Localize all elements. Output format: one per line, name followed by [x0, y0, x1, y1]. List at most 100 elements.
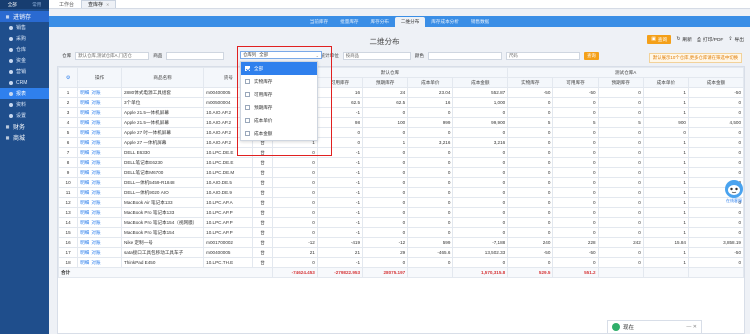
table-row[interactable]: 10 明细 对账 DELL一体机5459-R1848 10.AIO.DE.5 台 0 -1 0 0…: [58, 177, 744, 188]
detail-link[interactable]: 明细: [80, 220, 89, 225]
subnav-tab-2[interactable]: 库存分布: [365, 16, 395, 27]
sidebar-item-6[interactable]: CRM: [0, 77, 49, 88]
stats-option-5[interactable]: 成本金额: [241, 127, 317, 140]
table-row[interactable]: 12 明细 对账 MacBook Air 笔记本133 10.LPC.AP.A 台 0 -1 0…: [58, 197, 744, 208]
reconcile-link[interactable]: 对账: [91, 260, 100, 265]
detail-link[interactable]: 明细: [80, 140, 89, 145]
detail-link[interactable]: 明细: [80, 250, 89, 255]
sidebar-item-1[interactable]: 销售: [0, 22, 49, 33]
reconcile-link[interactable]: 对账: [91, 100, 100, 105]
reconcile-link[interactable]: 对账: [91, 160, 100, 165]
chat-minimize-icon[interactable]: — ✕: [686, 324, 697, 330]
customer-service-mascot[interactable]: 在线客服: [722, 178, 746, 204]
settings-header[interactable]: ⚙: [58, 67, 79, 88]
stats-option-0[interactable]: 全部: [241, 62, 317, 75]
export-button[interactable]: ⇪ 导出: [728, 36, 744, 43]
table-row[interactable]: 18 明细 对账 ThinkPad E450 10.LPC.TH.E 台 0 -1 0 0 0 0 0 0…: [58, 257, 744, 268]
sidebar-item-8[interactable]: 资料: [0, 99, 49, 110]
sidebar-all-tab[interactable]: 全部: [8, 2, 17, 8]
sidebar-favorites-tab[interactable]: 常用: [32, 2, 41, 8]
table-row[interactable]: 13 明细 对账 MacBook Pro 笔记本133 10.LPC.AP.P 台 0 -1 0…: [58, 207, 744, 218]
reconcile-link[interactable]: 对账: [91, 240, 100, 245]
refresh-button[interactable]: ↻ 刷新: [676, 36, 692, 43]
tab-0[interactable]: 工作台: [53, 0, 80, 8]
stats-select[interactable]: 仓库列 全部 ⌄: [240, 51, 322, 59]
reconcile-link[interactable]: 对账: [91, 250, 100, 255]
table-row[interactable]: 7 明细 对账 DELL E6330 10.LPC.DE.E 台 0 -1 0 0 0 0 0 0 1 0: [58, 147, 744, 158]
detail-link[interactable]: 明细: [80, 260, 89, 265]
reconcile-link[interactable]: 对账: [91, 180, 100, 185]
table-row[interactable]: 14 明细 对账 MacBook Pro 笔记本154（视网膜） 10.LPC.AP.P…: [58, 217, 744, 228]
sidebar-item-10[interactable]: ▦ 财务: [0, 121, 49, 132]
reconcile-link[interactable]: 对账: [91, 150, 100, 155]
detail-link[interactable]: 明细: [80, 150, 89, 155]
table-row[interactable]: 9 明细 对账 DELL笔记本M6700 10.LPC.DE.M 台 0 -1 0 0 0 0 0 0 1 0: [58, 167, 744, 178]
detail-link[interactable]: 明细: [80, 100, 89, 105]
sidebar-item-0[interactable]: ▦ 进销存: [0, 11, 49, 22]
subnav-tab-3[interactable]: 二维分布: [394, 17, 426, 27]
subnav-tab-0[interactable]: 当前库存: [304, 16, 334, 27]
reconcile-link[interactable]: 对账: [91, 190, 100, 195]
sidebar-item-5[interactable]: 营销: [0, 66, 49, 77]
detail-link[interactable]: 明细: [80, 120, 89, 125]
product-input[interactable]: [166, 52, 225, 60]
sidebar-item-7[interactable]: 报表: [0, 88, 49, 99]
color-input[interactable]: [428, 52, 502, 60]
detail-link[interactable]: 明细: [80, 130, 89, 135]
checkbox-icon[interactable]: [245, 105, 250, 110]
detail-link[interactable]: 明细: [80, 180, 89, 185]
query-button[interactable]: ▣ 查询: [647, 35, 672, 44]
table-row[interactable]: 11 明细 对账 DELL一体机9020 AIO 10.AIO.DE.9 台 0 -1 0 0 0 0…: [58, 187, 744, 198]
detail-link[interactable]: 明细: [80, 90, 89, 95]
subnav-tab-1[interactable]: 批量库存: [334, 16, 364, 27]
detail-link[interactable]: 明细: [80, 230, 89, 235]
table-row[interactable]: 4明细对账Apple 21.5一体机屏幕10.AIO.AP.2台10098100…: [58, 117, 744, 128]
sidebar-item-11[interactable]: ▦ 商城: [0, 132, 49, 143]
subnav-tab-5[interactable]: 销售数据: [465, 16, 495, 27]
filter-query-button[interactable]: 查询: [584, 52, 599, 60]
table-row[interactable]: 16 明细 对账 Nike 定制一号 m001700002 台 -12 -419 -12 599-…: [58, 237, 744, 248]
size-input[interactable]: 尺码: [506, 52, 580, 60]
detail-link[interactable]: 明细: [80, 190, 89, 195]
reconcile-link[interactable]: 对账: [91, 120, 100, 125]
table-row[interactable]: 17 明细 对账 sata接口工具包移动工具车子 m00400005 台 21 21 29 -46…: [58, 247, 744, 258]
close-icon[interactable]: ✕: [106, 2, 109, 7]
checkbox-icon[interactable]: [245, 131, 250, 136]
detail-link[interactable]: 明细: [80, 170, 89, 175]
sidebar-item-9[interactable]: 设置: [0, 110, 49, 121]
reconcile-link[interactable]: 对账: [91, 200, 100, 205]
stats-option-1[interactable]: 实物库存: [241, 75, 317, 88]
stats-option-3[interactable]: 预期库存: [241, 101, 317, 114]
checkbox-icon[interactable]: [245, 79, 250, 84]
table-row[interactable]: 6 明细 对账 Apple 27 一体机屏幕 10.AIO.AP.2 台 1 0 1 3,216 3…: [58, 137, 744, 148]
detail-link[interactable]: 明细: [80, 110, 89, 115]
sidebar-item-2[interactable]: 采购: [0, 33, 49, 44]
table-row[interactable]: 8 明细 对账 DELL笔记本E6230 10.LPC.DE.E 台 0 -1 0 0 0 0 0 0 1 0: [58, 157, 744, 168]
reconcile-link[interactable]: 对账: [91, 210, 100, 215]
reconcile-link[interactable]: 对账: [91, 110, 100, 115]
subnav-tab-4[interactable]: 库存成本分析: [425, 16, 465, 27]
detail-link[interactable]: 明细: [80, 210, 89, 215]
reconcile-link[interactable]: 对账: [91, 90, 100, 95]
reconcile-link[interactable]: 对账: [91, 220, 100, 225]
checkbox-icon[interactable]: [245, 92, 250, 97]
gear-icon[interactable]: ⚙: [66, 75, 70, 81]
reconcile-link[interactable]: 对账: [91, 230, 100, 235]
detail-link[interactable]: 明细: [80, 160, 89, 165]
table-row[interactable]: 2明细对账3个单位m00500004台62.562.562.5161,00000…: [58, 97, 744, 108]
stats-option-2[interactable]: 可用库存: [241, 88, 317, 101]
reconcile-link[interactable]: 对账: [91, 170, 100, 175]
table-row[interactable]: 1明细对账2880体式电源工具组套m00400005台18162423.0455…: [58, 87, 744, 98]
reconcile-link[interactable]: 对账: [91, 140, 100, 145]
stats-option-4[interactable]: 成本单价: [241, 114, 317, 127]
detail-link[interactable]: 明细: [80, 200, 89, 205]
chat-widget[interactable]: 现在 — ✕: [607, 320, 702, 334]
table-row[interactable]: 15 明细 对账 MacBook Pro 笔记本154 10.LPC.AP.P 台 0 -1 0…: [58, 227, 744, 238]
unit-select[interactable]: 按商品: [342, 52, 411, 60]
table-row[interactable]: 3明细对账Apple 21.5一体机屏幕10.AIO.AP.2台0-100000…: [58, 107, 744, 118]
tab-1[interactable]: 查库存 ✕: [81, 0, 117, 8]
warehouse-select[interactable]: 默认仓库,测试仓库A,门店仓: [75, 52, 150, 60]
table-row[interactable]: 5明细对账Apple 27 吋一体机屏幕10.AIO.AP.2台00000000…: [58, 127, 744, 138]
reconcile-link[interactable]: 对账: [91, 130, 100, 135]
sidebar-item-4[interactable]: 资金: [0, 55, 49, 66]
